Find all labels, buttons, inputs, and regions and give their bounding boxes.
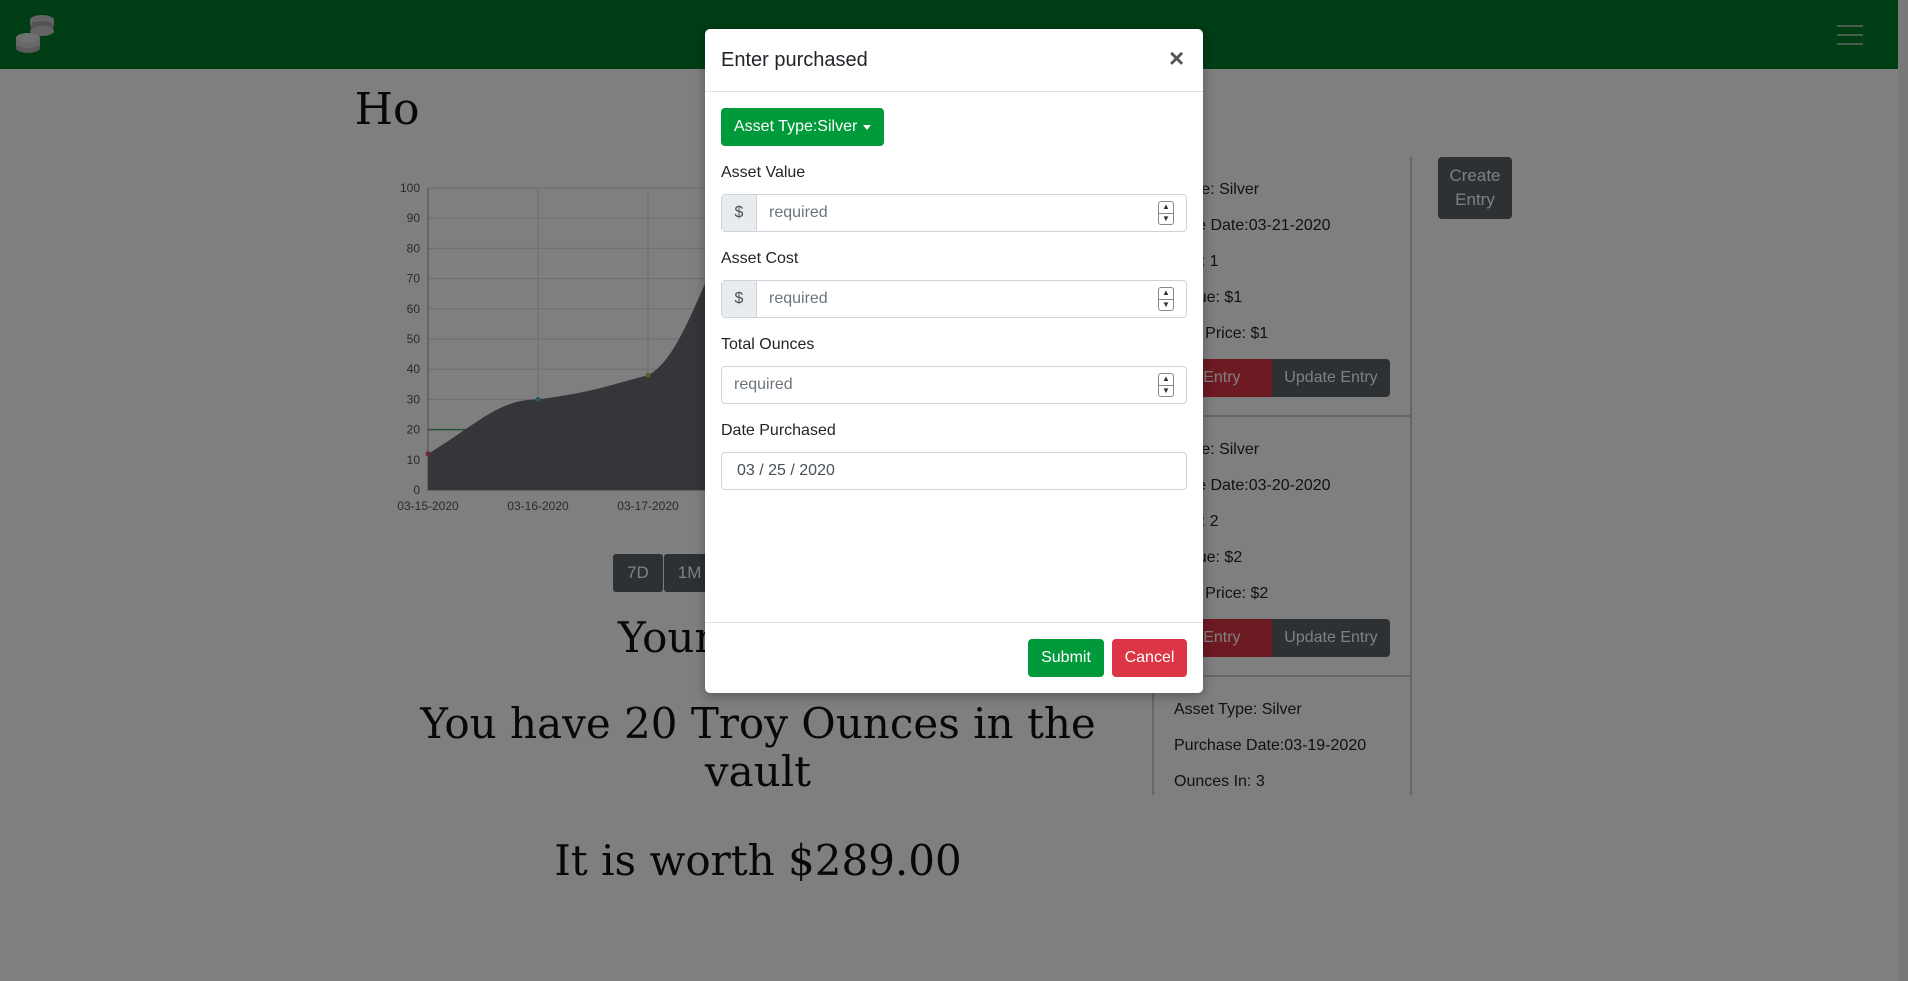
dollar-prefix: $	[722, 195, 757, 231]
asset-cost-input[interactable]	[757, 281, 1158, 317]
modal-footer: Submit Cancel	[705, 622, 1203, 694]
total-ounces-input[interactable]	[722, 367, 1158, 403]
total-ounces-label: Total Ounces	[721, 336, 815, 353]
number-stepper[interactable]: ▲ ▼	[1158, 373, 1174, 397]
dollar-prefix: $	[722, 281, 757, 317]
asset-type-dropdown[interactable]: Asset Type:Silver	[721, 108, 885, 146]
asset-value-label: Asset Value	[721, 164, 806, 181]
modal-header: Enter purchased ×	[705, 29, 1203, 92]
asset-value-group: $ ▲▼	[721, 194, 1187, 232]
total-ounces-group: ▲▼	[721, 366, 1187, 404]
modal-title: Enter purchased	[721, 49, 868, 71]
close-icon[interactable]: ×	[1169, 45, 1184, 71]
caret-down-icon	[863, 124, 872, 130]
enter-purchased-modal: Enter purchased × Asset Type:Silver Asse…	[705, 29, 1203, 693]
number-stepper[interactable]: ▲ ▼	[1158, 287, 1174, 311]
number-stepper[interactable]: ▲ ▼	[1158, 201, 1174, 225]
asset-type-label: Asset Type:Silver	[734, 118, 858, 135]
asset-value-input[interactable]	[757, 195, 1158, 231]
date-purchased-label: Date Purchased	[721, 422, 836, 439]
asset-cost-group: $ ▲▼	[721, 280, 1187, 318]
asset-cost-label: Asset Cost	[721, 250, 799, 267]
cancel-button[interactable]: Cancel	[1112, 639, 1187, 677]
date-purchased-input[interactable]: 03 / 25 / 2020	[721, 452, 1187, 490]
date-value: 03 / 25 / 2020	[737, 462, 835, 479]
submit-button[interactable]: Submit	[1028, 639, 1104, 677]
